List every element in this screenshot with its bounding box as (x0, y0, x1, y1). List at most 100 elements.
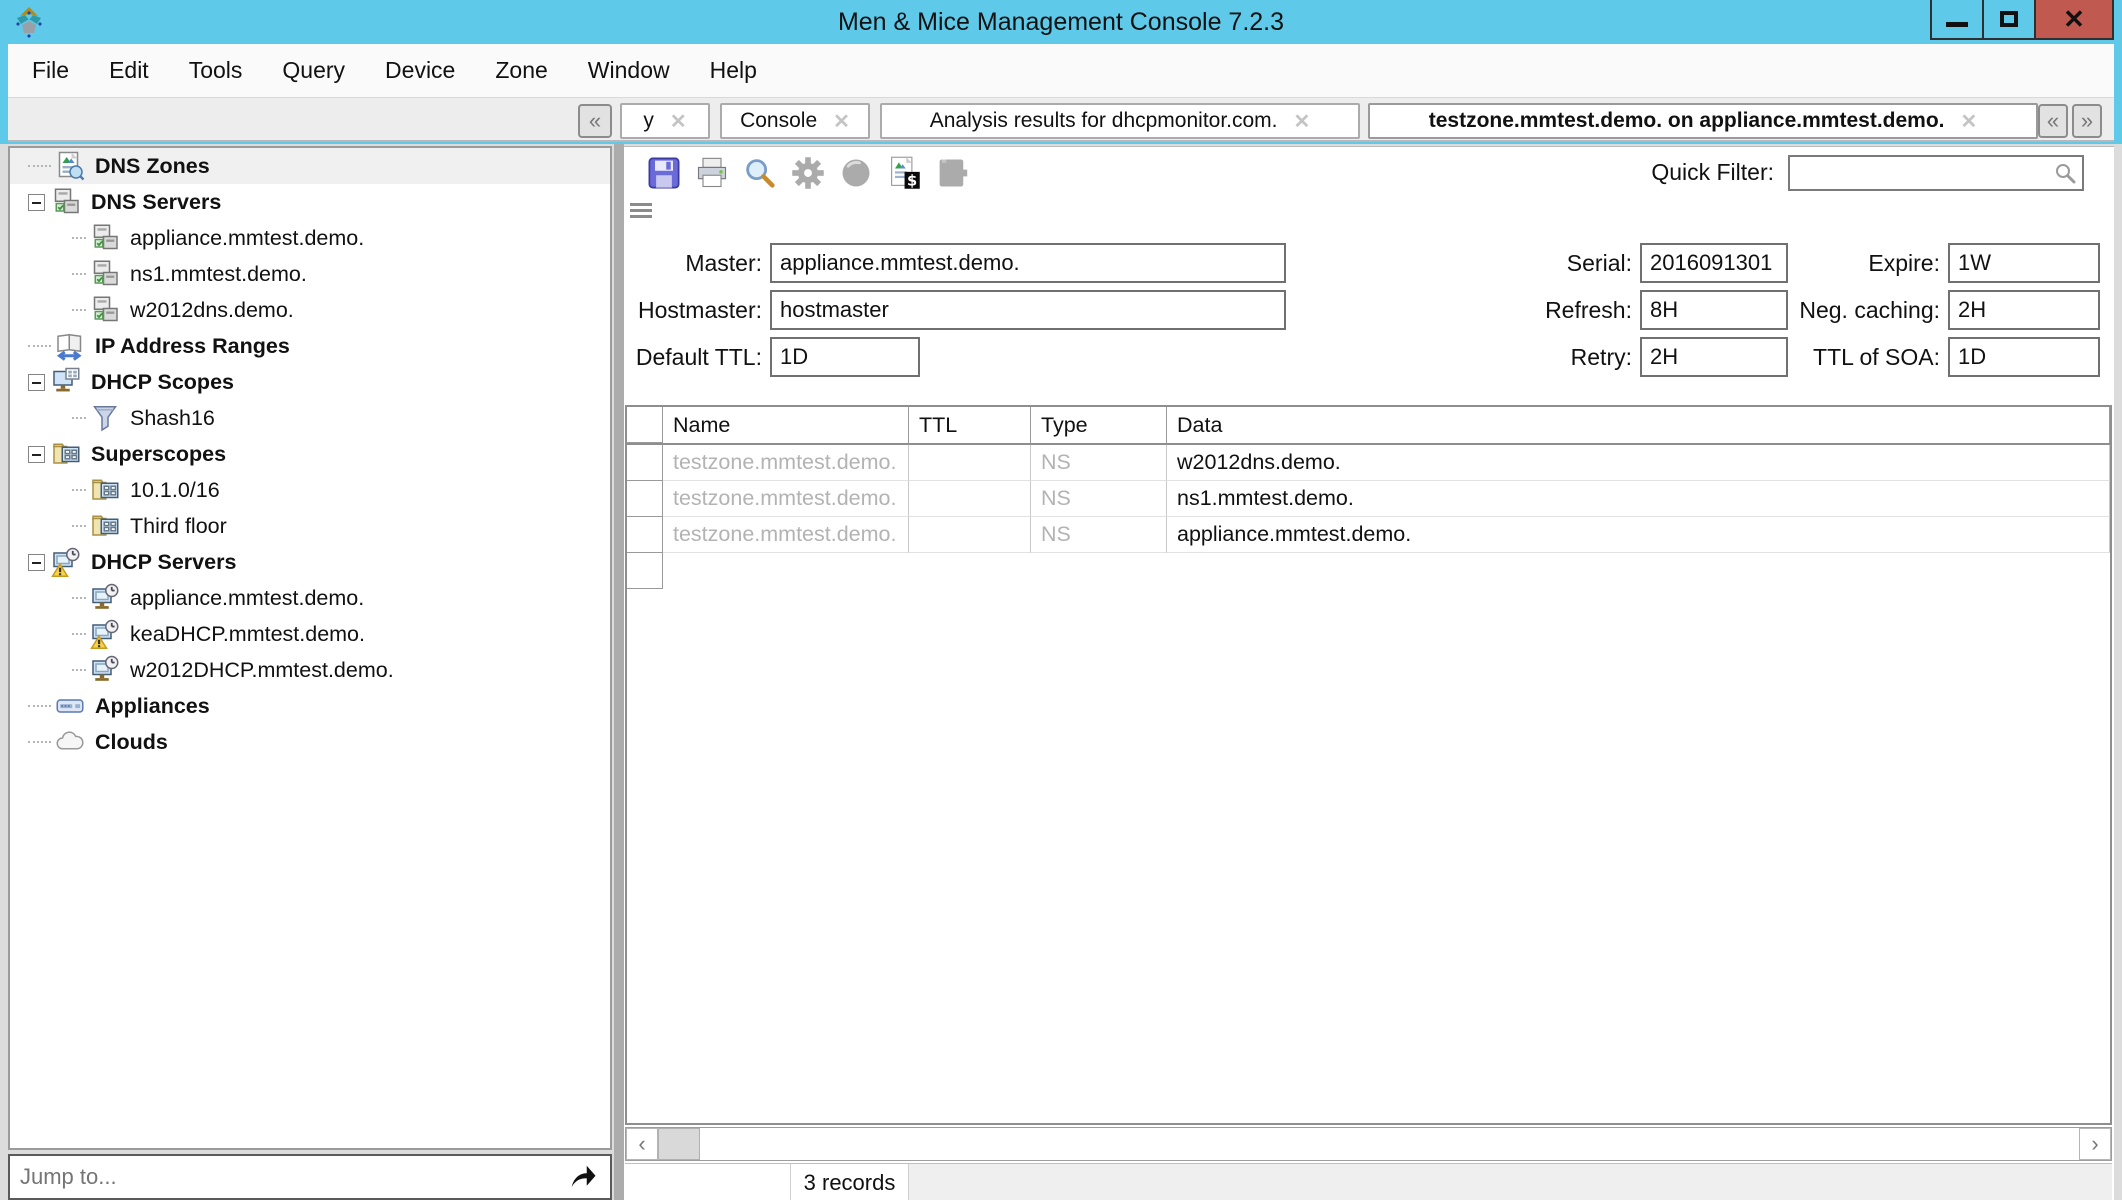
sidebar-item-appliance-mmtest-demo[interactable]: appliance.mmtest.demo. (10, 580, 610, 616)
tree-connector (28, 345, 51, 347)
menu-file[interactable]: File (12, 44, 89, 97)
sidebar-item-third-floor[interactable]: Third floor (10, 508, 610, 544)
minimize-button[interactable] (1930, 0, 1984, 40)
quick-filter-input[interactable] (1790, 157, 2082, 189)
search-icon[interactable] (742, 155, 778, 191)
expire-input[interactable] (1948, 243, 2100, 283)
scroll-right-button[interactable]: › (2079, 1128, 2111, 1160)
sidebar-item-superscopes[interactable]: Superscopes (10, 436, 610, 472)
tab-close-icon[interactable]: ✕ (1961, 109, 1978, 134)
menu-tools[interactable]: Tools (169, 44, 263, 97)
tree-item-label: 10.1.0/16 (130, 478, 220, 503)
maximize-icon (2000, 11, 2018, 27)
default-ttl-label: Default TTL: (624, 344, 770, 371)
tab-2[interactable]: Analysis results for dhcpmonitor.com.✕ (880, 103, 1360, 139)
serial-input[interactable] (1640, 243, 1788, 283)
row-selector[interactable] (627, 517, 663, 553)
sidebar-item-shash16[interactable]: Shash16 (10, 400, 610, 436)
jump-arrow-icon[interactable] (568, 1162, 598, 1192)
analyze-icon[interactable]: $ (886, 155, 922, 191)
dns-server-icon (90, 223, 120, 253)
tree-item-label: Clouds (95, 730, 168, 755)
menu-window[interactable]: Window (568, 44, 690, 97)
print-icon[interactable] (694, 155, 730, 191)
tree-collapse-toggle[interactable] (28, 446, 45, 463)
sidebar-item-ns1-mmtest-demo[interactable]: ns1.mmtest.demo. (10, 256, 610, 292)
scroll-left-button[interactable]: ‹ (626, 1128, 658, 1160)
refresh-input[interactable] (1640, 290, 1788, 330)
column-header-name[interactable]: Name (663, 407, 909, 443)
soa-form: Master: Hostmaster: Default TTL: Serial:… (624, 243, 2114, 403)
status-cell-fill (909, 1164, 2112, 1200)
tab-close-icon[interactable]: ✕ (1294, 109, 1311, 134)
tree-collapse-toggle[interactable] (28, 374, 45, 391)
tree-collapse-toggle[interactable] (28, 554, 45, 571)
cell-type: NS (1031, 481, 1167, 517)
horizontal-scrollbar[interactable]: ‹ › (625, 1127, 2112, 1161)
column-header-data[interactable]: Data (1167, 407, 2110, 443)
table-row[interactable]: testzone.mmtest.demo.NSns1.mmtest.demo. (627, 481, 2110, 517)
row-selector[interactable] (627, 553, 663, 589)
sidebar-item-dhcp-scopes[interactable]: DHCP Scopes (10, 364, 610, 400)
tree-collapse-toggle[interactable] (28, 194, 45, 211)
retry-input[interactable] (1640, 337, 1788, 377)
record-count: 3 records (791, 1164, 909, 1200)
menu-device[interactable]: Device (365, 44, 475, 97)
tree-item-label: Appliances (95, 694, 210, 719)
tree-connector (72, 525, 86, 527)
tree-item-label: DNS Servers (91, 190, 221, 215)
row-selector[interactable] (627, 481, 663, 517)
sidebar-tree: DNS Zones DNS Servers appliance.mmtest.dem… (8, 146, 612, 1150)
tab-close-icon[interactable]: ✕ (670, 109, 687, 134)
row-selector[interactable] (627, 445, 663, 481)
hostmaster-input[interactable] (770, 290, 1286, 330)
sidebar-item-keadhcp-mmtest-demo[interactable]: keaDHCP.mmtest.demo. (10, 616, 610, 652)
close-button[interactable]: ✕ (2034, 0, 2114, 40)
sidebar-item-dns-zones[interactable]: DNS Zones (10, 148, 610, 184)
window-title: Men & Mice Management Console 7.2.3 (0, 0, 2122, 44)
tab-0[interactable]: y✕ (620, 103, 710, 139)
tree-connector (72, 597, 86, 599)
tree-item-label: w2012dns.demo. (130, 298, 294, 323)
superscope-icon (90, 475, 120, 505)
status-bar: 3 records (625, 1163, 2112, 1200)
column-header-ttl[interactable]: TTL (909, 407, 1031, 443)
column-header-type[interactable]: Type (1031, 407, 1167, 443)
tab-1[interactable]: Console✕ (720, 103, 870, 139)
app-window: Men & Mice Management Console 7.2.3 ✕ Fi… (0, 0, 2122, 1200)
sidebar-item-w2012dns-demo[interactable]: w2012dns.demo. (10, 292, 610, 328)
tab-scroll-left-button[interactable]: « (578, 104, 612, 138)
sidebar-item-10-1-0-16[interactable]: 10.1.0/16 (10, 472, 610, 508)
tab-active[interactable]: testzone.mmtest.demo. on appliance.mmtes… (1368, 103, 2038, 139)
tab-nav-next-button[interactable]: » (2072, 104, 2102, 138)
tab-close-icon[interactable]: ✕ (833, 109, 850, 134)
master-input[interactable] (770, 243, 1286, 283)
sidebar-item-w2012dhcp-mmtest-demo[interactable]: w2012DHCP.mmtest.demo. (10, 652, 610, 688)
scrollbar-thumb[interactable] (658, 1128, 700, 1160)
sidebar-item-clouds[interactable]: Clouds (10, 724, 610, 760)
neg-caching-input[interactable] (1948, 290, 2100, 330)
sidebar-item-dns-servers[interactable]: DNS Servers (10, 184, 610, 220)
menu-query[interactable]: Query (262, 44, 365, 97)
table-row[interactable]: testzone.mmtest.demo.NSw2012dns.demo. (627, 445, 2110, 481)
tree-connector (28, 741, 51, 743)
table-row-empty[interactable] (627, 553, 2110, 589)
dns-server-icon (90, 259, 120, 289)
maximize-button[interactable] (1982, 0, 2036, 40)
ttl-of-soa-input[interactable] (1948, 337, 2100, 377)
jump-to-input[interactable] (8, 1154, 612, 1200)
toolbar-grip[interactable] (630, 203, 652, 219)
save-icon[interactable] (646, 155, 682, 191)
sidebar-item-appliance-mmtest-demo[interactable]: appliance.mmtest.demo. (10, 220, 610, 256)
menu-zone[interactable]: Zone (475, 44, 567, 97)
tree-item-label: Third floor (130, 514, 227, 539)
table-row[interactable]: testzone.mmtest.demo.NSappliance.mmtest.… (627, 517, 2110, 553)
tab-nav-prev-button[interactable]: « (2038, 104, 2068, 138)
sidebar-item-dhcp-servers[interactable]: DHCP Servers (10, 544, 610, 580)
sidebar-item-appliances[interactable]: Appliances (10, 688, 610, 724)
menu-edit[interactable]: Edit (89, 44, 169, 97)
default-ttl-input[interactable] (770, 337, 920, 377)
panel-splitter[interactable] (614, 144, 624, 1200)
sidebar-item-ip-address-ranges[interactable]: IP Address Ranges (10, 328, 610, 364)
menu-help[interactable]: Help (690, 44, 777, 97)
